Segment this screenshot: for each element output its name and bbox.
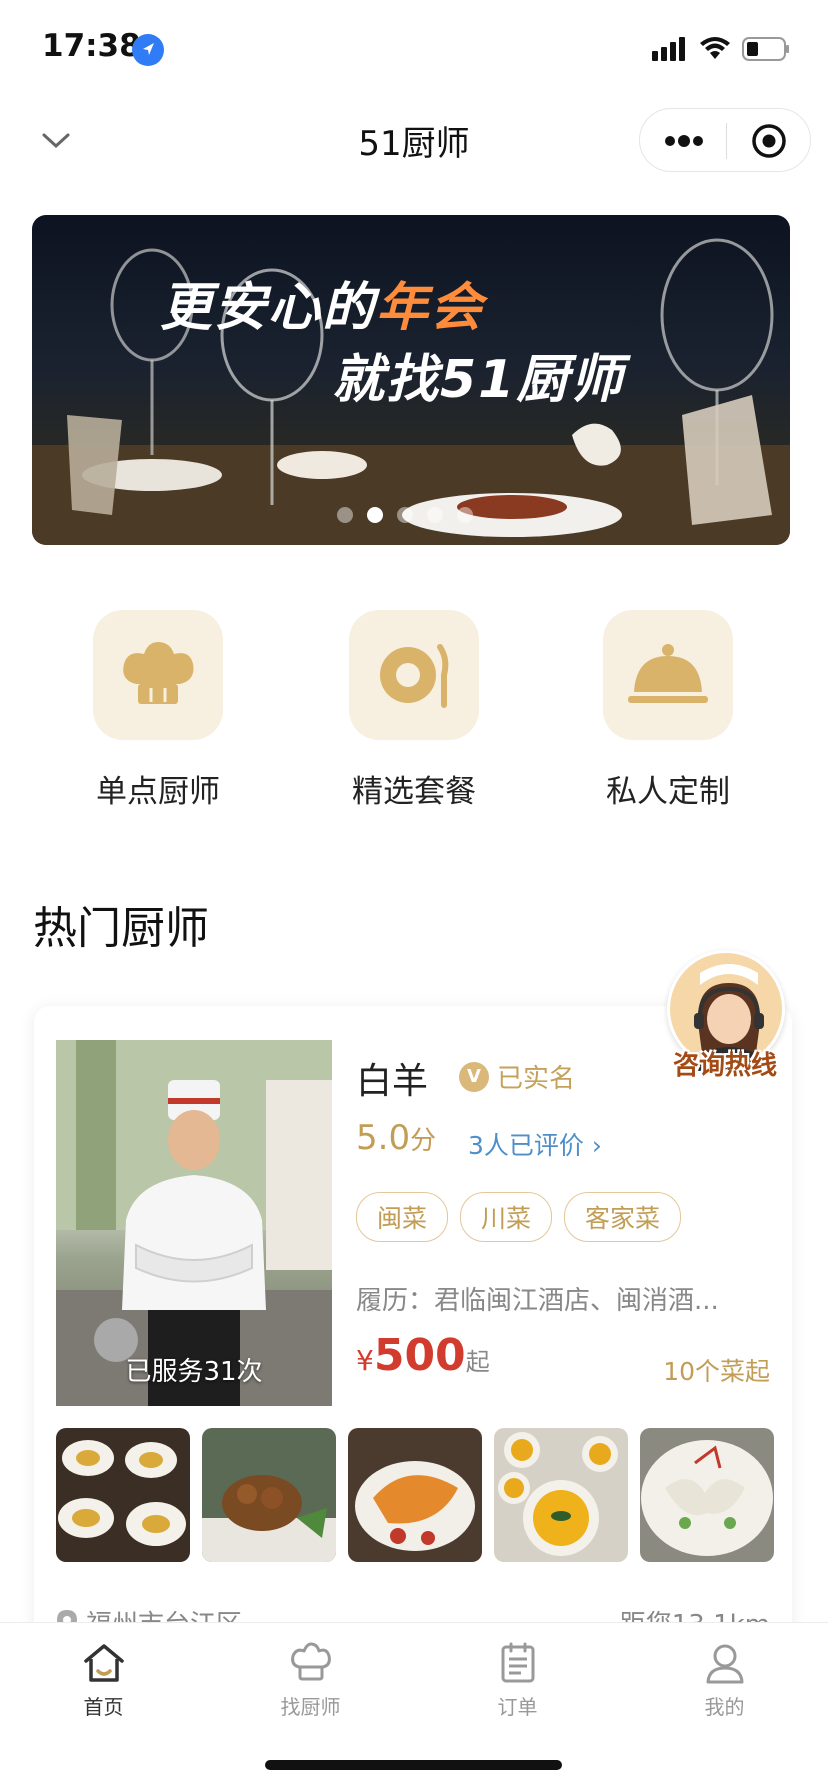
- dish-photo[interactable]: [640, 1428, 774, 1562]
- served-count: 已服务31次: [125, 1357, 263, 1387]
- carousel-dot[interactable]: [397, 507, 413, 523]
- entry-label: 私人定制: [606, 774, 730, 810]
- location-icon: [132, 34, 164, 66]
- chef-name: 白羊: [356, 1061, 429, 1102]
- tab-label: 我的: [704, 1695, 745, 1719]
- status-time: 17:38: [42, 28, 141, 64]
- plate-icon: [349, 610, 479, 740]
- more-icon[interactable]: [662, 127, 706, 155]
- reviews-link[interactable]: 3人已评价 ›: [468, 1126, 602, 1162]
- carousel-dot[interactable]: [457, 507, 473, 523]
- verified-badge: V 已实名: [459, 1058, 575, 1095]
- dish-photo[interactable]: [348, 1428, 482, 1562]
- tab-profile[interactable]: 我的: [621, 1641, 828, 1720]
- cloche-icon: [603, 610, 733, 740]
- cuisine-tags: 闽菜 川菜 客家菜: [356, 1192, 682, 1242]
- tab-home[interactable]: 首页: [0, 1641, 207, 1720]
- chef-price: ¥500起: [356, 1330, 490, 1381]
- chef-hat-icon: [289, 1641, 333, 1685]
- tab-label: 订单: [497, 1695, 538, 1719]
- home-icon: [82, 1641, 126, 1685]
- tab-label: 首页: [83, 1695, 124, 1719]
- dish-gallery: [56, 1428, 774, 1562]
- battery-icon: [742, 37, 789, 61]
- close-target-icon[interactable]: [750, 122, 788, 160]
- hotline-label: 咨询热线: [672, 1051, 777, 1081]
- banner-headline-prefix: 更安心的: [160, 278, 377, 338]
- price-value: 500: [373, 1330, 466, 1381]
- entry-single-chef[interactable]: 单点厨师: [43, 610, 273, 811]
- banner-carousel[interactable]: 更安心的年会 就找51厨师: [32, 215, 790, 545]
- status-bar: 17:38: [0, 0, 828, 98]
- entry-selected-package[interactable]: 精选套餐: [299, 610, 529, 811]
- carousel-dot[interactable]: [337, 507, 353, 523]
- status-indicators: [652, 34, 790, 64]
- price-currency: ¥: [356, 1344, 374, 1377]
- quick-entries: 单点厨师 精选套餐 私人定制: [0, 610, 828, 810]
- order-icon: [496, 1641, 540, 1685]
- entry-label: 精选套餐: [352, 774, 476, 810]
- hotline-button[interactable]: 咨询热线: [655, 945, 795, 1085]
- user-icon: [703, 1641, 747, 1685]
- entry-private-custom[interactable]: 私人定制: [553, 610, 783, 811]
- tab-find-chef[interactable]: 找厨师: [207, 1641, 414, 1720]
- carousel-dots: [337, 507, 473, 523]
- carousel-dot-active[interactable]: [367, 507, 383, 523]
- section-title-hot-chefs: 热门厨师: [33, 903, 209, 954]
- chef-resume: 履历：君临闽江酒店、闽消酒...: [356, 1286, 719, 1316]
- verified-icon: V: [459, 1061, 489, 1092]
- banner-headline-1: 更安心的年会: [160, 265, 484, 340]
- min-dishes: 10个菜起: [663, 1357, 770, 1386]
- dish-photo[interactable]: [56, 1428, 190, 1562]
- nav-bar: 51厨师: [0, 98, 828, 186]
- chef-card[interactable]: 已服务31次 白羊 V 已实名 5.0分 3人已评价 › 闽菜 川菜 客家菜 履…: [34, 1006, 792, 1666]
- cuisine-tag: 闽菜: [356, 1192, 449, 1242]
- price-suffix: 起: [465, 1348, 490, 1376]
- capsule-divider: [726, 123, 727, 159]
- tab-orders[interactable]: 订单: [414, 1641, 621, 1720]
- banner-headline-2: 就找51厨师: [332, 350, 625, 410]
- dish-photo[interactable]: [494, 1428, 628, 1562]
- chef-hat-icon: [93, 610, 223, 740]
- tab-label: 找厨师: [280, 1695, 341, 1719]
- banner-headline-highlight: 年会: [376, 278, 485, 338]
- score-value: 5.0: [356, 1118, 411, 1158]
- cuisine-tag: 川菜: [460, 1192, 553, 1242]
- carousel-dot[interactable]: [427, 507, 443, 523]
- cuisine-tag: 客家菜: [564, 1192, 682, 1242]
- home-indicator: [265, 1760, 562, 1770]
- dish-photo[interactable]: [202, 1428, 336, 1562]
- chef-photo: 已服务31次: [56, 1040, 332, 1406]
- entry-label: 单点厨师: [96, 774, 220, 810]
- score-unit: 分: [410, 1126, 437, 1156]
- wifi-icon: [700, 37, 730, 59]
- chef-score: 5.0分: [356, 1118, 436, 1158]
- miniprogram-capsule: [639, 108, 811, 172]
- verified-label: 已实名: [497, 1064, 576, 1094]
- signal-icon: [652, 37, 685, 61]
